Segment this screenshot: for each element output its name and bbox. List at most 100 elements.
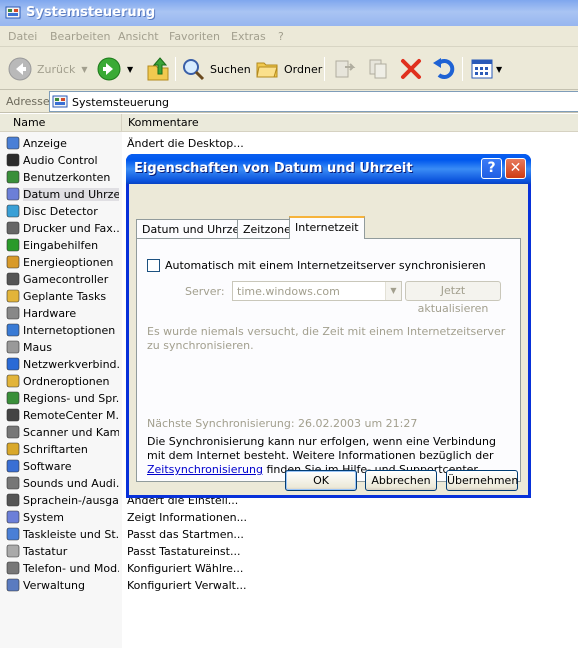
- list-item-name: Hardware: [23, 307, 77, 320]
- list-item[interactable]: Telefon- und Mod... Konfiguriert Wählre..…: [0, 560, 578, 577]
- list-item-comment: Passt Tastatureinst...: [127, 545, 241, 558]
- list-item-name: Drucker und Fax...: [23, 222, 119, 235]
- applet-icon: [6, 170, 20, 184]
- list-item[interactable]: Tastatur Passt Tastatureinst...: [0, 543, 578, 560]
- list-item-name: Audio Control: [23, 154, 98, 167]
- list-item-name: Energieoptionen: [23, 256, 114, 269]
- menu-bar: Datei Bearbeiten Ansicht Favoriten Extra…: [0, 26, 578, 47]
- list-item-name: Verwaltung: [23, 579, 85, 592]
- applet-icon: [6, 221, 20, 235]
- search-button[interactable]: Suchen: [181, 57, 251, 81]
- list-item-name: Sprachein-/ausgabe: [23, 494, 119, 507]
- internet-time-panel: Automatisch mit einem Internetzeitserver…: [136, 238, 521, 482]
- update-now-button[interactable]: Jetzt aktualisieren: [405, 281, 501, 315]
- close-icon: ✕: [509, 160, 522, 176]
- next-sync-text: Nächste Synchronisierung: 26.02.2003 um …: [147, 417, 418, 430]
- tab-date-time[interactable]: Datum und Uhrzeit: [136, 219, 253, 239]
- undo-icon: [433, 58, 455, 79]
- back-dropdown-icon[interactable]: ▼: [81, 65, 87, 74]
- auto-sync-label[interactable]: Automatisch mit einem Internetzeitserver…: [165, 259, 486, 272]
- list-item-comment: Zeigt Informationen...: [127, 511, 248, 524]
- folders-button[interactable]: Ordner: [255, 57, 322, 81]
- views-button[interactable]: ▼: [470, 57, 502, 81]
- copy-to-button[interactable]: [366, 57, 390, 81]
- copy-to-icon: [369, 59, 387, 79]
- up-folder-button[interactable]: [146, 56, 170, 82]
- applet-icon: [6, 340, 20, 354]
- address-bar: Adresse Systemsteuerung: [0, 90, 578, 113]
- search-label: Suchen: [210, 62, 251, 76]
- server-label: Server:: [185, 285, 225, 298]
- views-dropdown-icon[interactable]: ▼: [496, 65, 502, 74]
- column-name[interactable]: Name: [0, 114, 122, 131]
- list-item[interactable]: System Zeigt Informationen...: [0, 509, 578, 526]
- list-item-name: Gamecontroller: [23, 273, 109, 286]
- list-item-comment: Konfiguriert Verwalt...: [127, 579, 247, 592]
- tab-internet-time[interactable]: Internetzeit: [289, 216, 365, 239]
- list-item-name: Taskleiste und St...: [23, 528, 119, 541]
- list-item[interactable]: Verwaltung Konfiguriert Verwalt...: [0, 577, 578, 594]
- forward-arrow-icon: [97, 57, 121, 81]
- window-titlebar[interactable]: Systemsteuerung: [0, 0, 578, 26]
- list-item-name: Scanner und Kam...: [23, 426, 119, 439]
- dialog-title: Eigenschaften von Datum und Uhrzeit: [134, 161, 413, 176]
- server-combobox[interactable]: time.windows.com ▼: [232, 281, 402, 301]
- applet-icon: [6, 272, 20, 286]
- applet-icon: [6, 374, 20, 388]
- forward-dropdown-icon[interactable]: ▼: [127, 65, 133, 74]
- list-item-name: Ordneroptionen: [23, 375, 110, 388]
- window-title: Systemsteuerung: [26, 5, 156, 20]
- list-item-name: Software: [23, 460, 72, 473]
- list-item-name: Telefon- und Mod...: [23, 562, 119, 575]
- column-name-label: Name: [13, 116, 46, 129]
- folders-label: Ordner: [284, 62, 323, 76]
- delete-button[interactable]: [399, 57, 423, 81]
- close-button[interactable]: ✕: [505, 158, 526, 179]
- menu-help[interactable]: ?: [278, 30, 284, 43]
- ok-button[interactable]: OK: [285, 470, 357, 491]
- applet-icon: [6, 459, 20, 473]
- list-item-name: Internetoptionen: [23, 324, 116, 337]
- back-button[interactable]: Zurück ▼: [8, 57, 88, 81]
- undo-button[interactable]: [431, 57, 455, 81]
- forward-button[interactable]: ▼: [97, 57, 133, 81]
- help-button[interactable]: ?: [481, 158, 502, 179]
- list-item-name: Geplante Tasks: [23, 290, 107, 303]
- delete-x-icon: [401, 59, 421, 79]
- server-value: time.windows.com: [237, 285, 340, 298]
- applet-icon: [6, 289, 20, 303]
- applet-icon: [6, 544, 20, 558]
- toolbar: Zurück ▼ ▼ Suchen Ordner ▼: [0, 47, 578, 90]
- list-item-name: Benutzerkonten: [23, 171, 111, 184]
- applet-icon: [6, 578, 20, 592]
- chevron-down-icon[interactable]: ▼: [385, 282, 401, 300]
- applet-icon: [6, 204, 20, 218]
- column-comments[interactable]: Kommentare: [122, 114, 578, 131]
- move-to-button[interactable]: [333, 57, 357, 81]
- menu-ansicht[interactable]: Ansicht: [118, 30, 159, 43]
- search-icon: [183, 59, 205, 81]
- menu-bearbeiten[interactable]: Bearbeiten: [50, 30, 110, 43]
- tab-timezone[interactable]: Zeitzone: [237, 219, 297, 239]
- applet-icon: [6, 425, 20, 439]
- list-item[interactable]: Taskleiste und St... Passt das Startmen..…: [0, 526, 578, 543]
- applet-icon: [6, 510, 20, 524]
- applet-icon: [6, 187, 20, 201]
- applet-icon: [6, 306, 20, 320]
- menu-extras[interactable]: Extras: [231, 30, 266, 43]
- list-item-comment: Konfiguriert Wählre...: [127, 562, 244, 575]
- cancel-button[interactable]: Abbrechen: [365, 470, 437, 491]
- menu-datei[interactable]: Datei: [8, 30, 37, 43]
- sync-status-text: Es wurde niemals versucht, die Zeit mit …: [147, 325, 506, 352]
- control-panel-icon: [5, 6, 21, 19]
- list-item[interactable]: Anzeige Ändert die Desktop...: [0, 135, 578, 152]
- apply-button[interactable]: Übernehmen: [446, 470, 518, 491]
- address-field[interactable]: Systemsteuerung: [49, 91, 578, 112]
- help-icon: ?: [487, 160, 496, 176]
- auto-sync-checkbox[interactable]: [147, 259, 160, 272]
- list-item-name: Anzeige: [23, 137, 67, 150]
- menu-favoriten[interactable]: Favoriten: [169, 30, 220, 43]
- list-header: Name Kommentare: [0, 114, 578, 132]
- dialog-titlebar[interactable]: Eigenschaften von Datum und Uhrzeit ? ✕: [126, 154, 531, 184]
- time-sync-help-link[interactable]: Zeitsynchronisierung: [147, 463, 263, 476]
